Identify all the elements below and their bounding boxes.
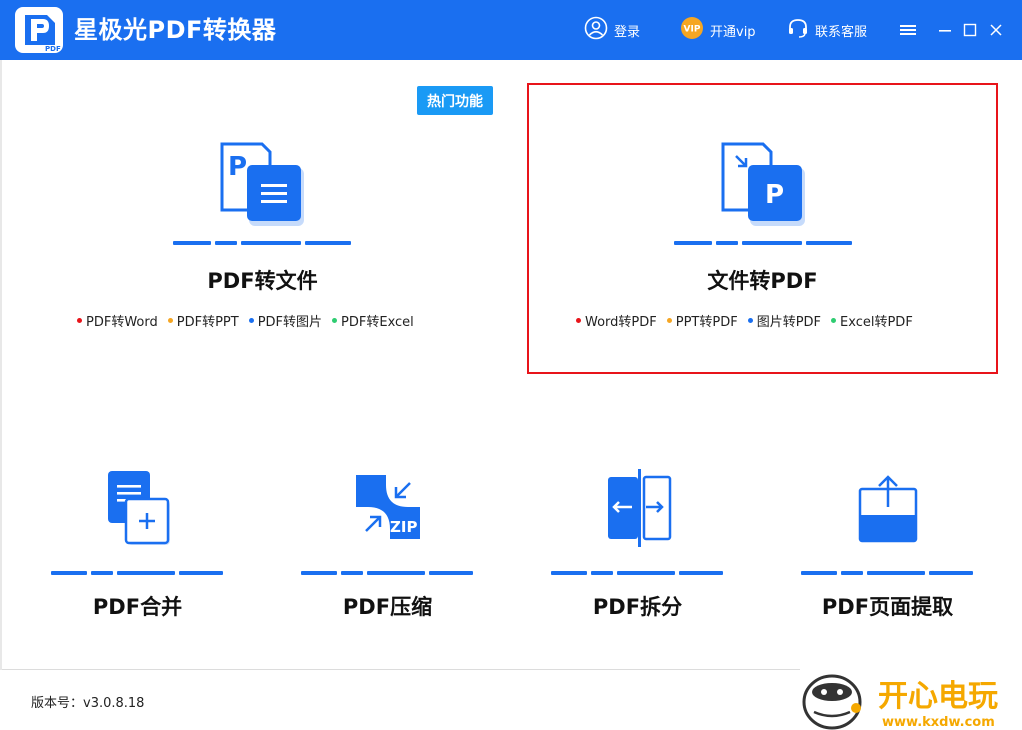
extract-upload-icon [850,469,930,553]
svg-text:开心电玩: 开心电玩 [878,679,998,714]
svg-text:P: P [228,152,247,182]
pdf-to-file-options: PDF转Word PDF转PPT PDF转图片 PDF转Excel [77,311,414,330]
minimize-icon[interactable] [933,18,957,42]
pdf-to-excel-link[interactable]: PDF转Excel [332,311,414,330]
svg-text:www.kxdw.com: www.kxdw.com [882,715,995,730]
pdf-to-file-icon: P [215,138,310,233]
hot-features-badge: 热门功能 [417,86,493,115]
customer-service-button[interactable]: 联系客服 [787,17,867,43]
file-to-pdf-options: Word转PDF PPT转PDF 图片转PDF Excel转PDF [576,311,913,330]
pdf-split-tool[interactable]: PDF拆分 [540,455,735,630]
pdf-merge-title: PDF合并 [92,595,183,619]
pdf-to-image-link[interactable]: PDF转图片 [248,311,322,330]
footer-divider [2,669,800,670]
pdf-to-ppt-link[interactable]: PDF转PPT [167,311,239,330]
ppt-to-pdf-link[interactable]: PPT转PDF [666,311,738,330]
maximize-icon[interactable] [958,18,982,42]
menu-icon[interactable] [896,18,920,42]
extract-underline [801,571,973,575]
svg-text:VIP: VIP [684,25,701,35]
split-icon [600,465,680,554]
excel-to-pdf-link[interactable]: Excel转PDF [831,311,913,330]
title-bar: PDF 星极光PDF转换器 登录 VIP 开通vip 联系客服 [0,0,1022,60]
app-title: 星极光PDF转换器 [74,16,277,44]
file-to-pdf-title: 文件转PDF [707,269,818,293]
svg-text:ZIP: ZIP [390,518,417,536]
pdf-split-title: PDF拆分 [592,595,683,619]
customer-service-label: 联系客服 [815,24,868,40]
pdf-page-extract-tool[interactable]: PDF页面提取 [790,455,985,630]
compress-zip-icon: ZIP [350,469,430,553]
image-to-pdf-link[interactable]: 图片转PDF [747,311,821,330]
word-to-pdf-link[interactable]: Word转PDF [576,311,657,330]
file-to-pdf-underline [674,241,852,245]
version-label: 版本号：v3.0.8.18 [31,696,145,711]
svg-text:PDF: PDF [45,45,61,53]
vip-icon: VIP [680,16,704,44]
pdf-page-extract-title: PDF页面提取 [821,595,954,619]
kxdw-watermark: 开心电玩 www.kxdw.com [800,668,1022,730]
app-logo-icon: PDF [15,7,63,53]
pdf-compress-tool[interactable]: ZIP PDF压缩 [290,455,485,630]
close-icon[interactable] [984,18,1008,42]
svg-text:P: P [765,180,784,210]
merge-icon [100,465,180,554]
pdf-to-file-title: PDF转文件 [207,269,318,293]
pdf-to-file-underline [173,241,351,245]
login-button[interactable]: 登录 [584,16,641,44]
pdf-merge-tool[interactable]: PDF合并 [40,455,235,630]
compress-underline [301,571,473,575]
pdf-to-word-link[interactable]: PDF转Word [77,311,158,330]
vip-label: 开通vip [710,24,756,40]
file-to-pdf-icon: P [716,138,811,233]
window-left-edge [0,60,2,670]
headset-icon [787,17,809,43]
pdf-compress-title: PDF压缩 [342,595,433,619]
split-underline [551,571,723,575]
vip-button[interactable]: VIP 开通vip [680,17,756,43]
merge-underline [51,571,223,575]
user-icon [584,16,608,44]
login-label: 登录 [614,24,641,40]
